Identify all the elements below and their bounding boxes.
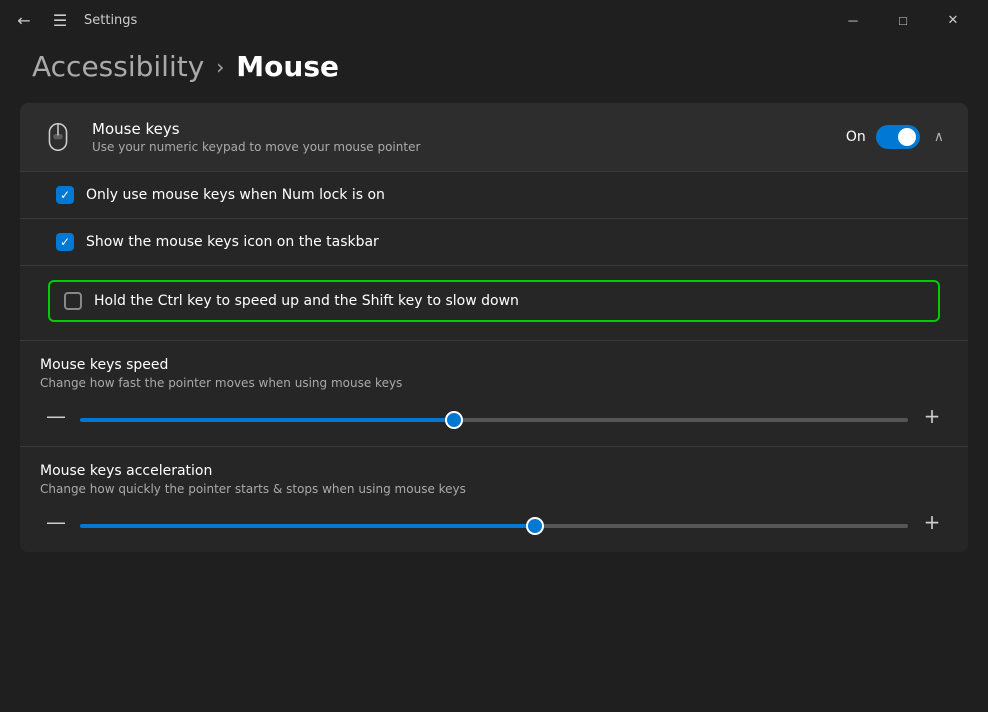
accel-slider[interactable] [80,524,908,528]
mouse-keys-info: Mouse keys Use your numeric keypad to mo… [92,120,830,154]
back-button[interactable]: ← [12,8,36,32]
accel-title: Mouse keys acceleration [40,463,948,479]
accel-slider-track[interactable] [80,513,908,532]
accel-decrease-button[interactable]: — [46,512,66,532]
checkmark-icon: ✓ [60,235,70,249]
speed-decrease-button[interactable]: — [46,406,66,426]
num-lock-option-row: ✓ Only use mouse keys when Num lock is o… [20,172,968,219]
ctrl-shift-option-container: Hold the Ctrl key to speed up and the Sh… [20,266,968,341]
main-content: Mouse keys Use your numeric keypad to mo… [0,103,988,552]
accel-subtitle: Change how quickly the pointer starts & … [40,482,948,496]
speed-slider[interactable] [80,418,908,422]
mouse-keys-toggle[interactable] [876,125,920,149]
checkmark-icon: ✓ [60,188,70,202]
mouse-keys-section-header: Mouse keys Use your numeric keypad to mo… [20,103,968,172]
speed-title: Mouse keys speed [40,357,948,373]
speed-section: Mouse keys speed Change how fast the poi… [20,341,968,447]
speed-subtitle: Change how fast the pointer moves when u… [40,376,948,390]
ctrl-shift-option-row: Hold the Ctrl key to speed up and the Sh… [48,280,940,322]
speed-increase-button[interactable]: + [922,406,942,426]
close-button[interactable]: ✕ [930,4,976,36]
toggle-on-label: On [846,129,866,145]
speed-slider-track[interactable] [80,407,908,426]
minimize-button[interactable]: ─ [830,4,876,36]
maximize-button[interactable]: □ [880,4,926,36]
speed-slider-row: — + [40,406,948,426]
breadcrumb-chevron-icon: › [216,55,224,79]
titlebar: ← ☰ Settings ─ □ ✕ [0,0,988,40]
collapse-chevron-icon[interactable]: ∧ [930,125,948,149]
acceleration-section: Mouse keys acceleration Change how quick… [20,447,968,552]
breadcrumb-current: Mouse [236,50,339,83]
mouse-icon [40,119,76,155]
taskbar-icon-checkbox[interactable]: ✓ [56,233,74,251]
ctrl-shift-label: Hold the Ctrl key to speed up and the Sh… [94,293,519,309]
mouse-keys-toggle-area: On ∧ [846,125,948,149]
settings-card: Mouse keys Use your numeric keypad to mo… [20,103,968,552]
breadcrumb-parent[interactable]: Accessibility [32,50,204,83]
mouse-keys-subtitle: Use your numeric keypad to move your mou… [92,140,830,154]
mouse-svg-icon [44,123,72,151]
mouse-keys-title: Mouse keys [92,120,830,138]
breadcrumb: Accessibility › Mouse [0,40,988,103]
menu-button[interactable]: ☰ [48,8,72,32]
mouse-keys-expanded: ✓ Only use mouse keys when Num lock is o… [20,172,968,552]
app-title: Settings [84,13,818,28]
taskbar-icon-label: Show the mouse keys icon on the taskbar [86,234,379,250]
accel-slider-row: — + [40,512,948,532]
num-lock-checkbox[interactable]: ✓ [56,186,74,204]
num-lock-label: Only use mouse keys when Num lock is on [86,187,385,203]
ctrl-shift-checkbox[interactable] [64,292,82,310]
accel-increase-button[interactable]: + [922,512,942,532]
window-controls: ─ □ ✕ [830,4,976,36]
taskbar-icon-option-row: ✓ Show the mouse keys icon on the taskba… [20,219,968,266]
